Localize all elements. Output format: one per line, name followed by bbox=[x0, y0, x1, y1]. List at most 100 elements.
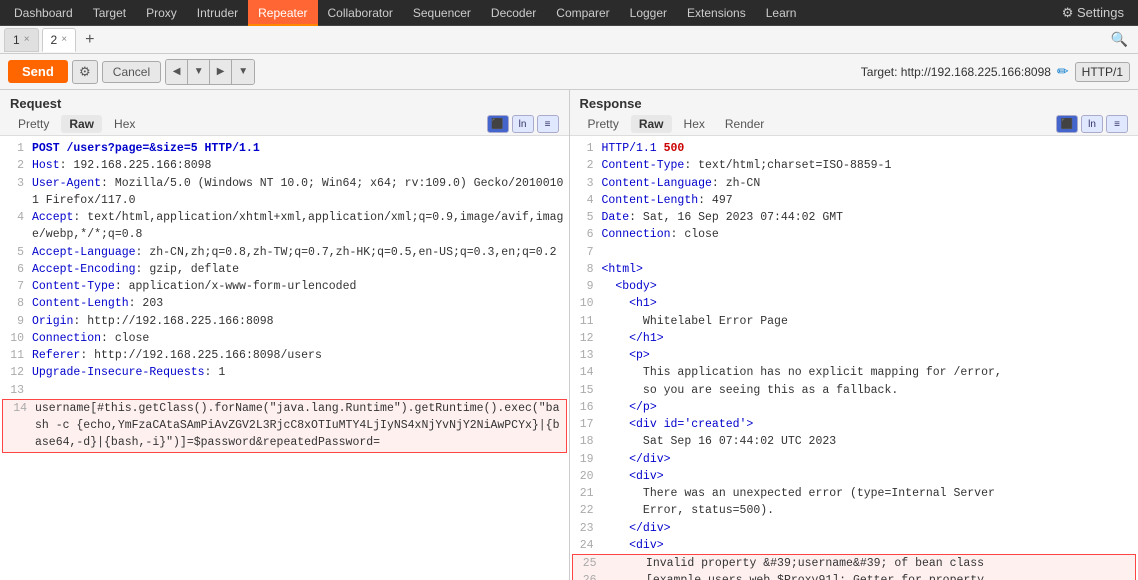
nav-comparer[interactable]: Comparer bbox=[546, 0, 619, 26]
request-line-14: 14username[#this.getClass().forName("jav… bbox=[2, 399, 567, 453]
nav-forward-down-button[interactable]: ▼ bbox=[232, 60, 254, 84]
response-panel-tabs: Pretty Raw Hex Render ⬛ ln ≡ bbox=[580, 115, 1129, 133]
request-action-wrap[interactable]: ⬛ bbox=[487, 115, 509, 133]
tab-2-close[interactable]: × bbox=[61, 34, 67, 45]
nav-dashboard[interactable]: Dashboard bbox=[4, 0, 83, 26]
response-line-9: 9 <body> bbox=[570, 278, 1138, 295]
response-line-3: 3Content-Language: zh-CN bbox=[570, 175, 1138, 192]
request-line-6: 6Accept-Encoding: gzip, deflate bbox=[0, 261, 569, 278]
request-panel-title: Request bbox=[10, 96, 559, 111]
nav-repeater[interactable]: Repeater bbox=[248, 0, 317, 26]
response-line-13: 13 <p> bbox=[570, 347, 1138, 364]
response-action-menu[interactable]: ≡ bbox=[1106, 115, 1128, 133]
response-line-26: 26 [example.users.web.$Proxy91]: Getter … bbox=[572, 572, 1137, 580]
request-line-2: 2Host: 192.168.225.166:8098 bbox=[0, 157, 569, 174]
response-panel-actions: ⬛ ln ≡ bbox=[1056, 115, 1128, 133]
response-tab-render[interactable]: Render bbox=[717, 115, 772, 133]
request-action-menu[interactable]: ≡ bbox=[537, 115, 559, 133]
request-line-9: 9Origin: http://192.168.225.166:8098 bbox=[0, 313, 569, 330]
response-line-19: 19 </div> bbox=[570, 451, 1138, 468]
response-tab-raw[interactable]: Raw bbox=[631, 115, 672, 133]
response-line-6: 6Connection: close bbox=[570, 226, 1138, 243]
target-url: Target: http://192.168.225.166:8098 bbox=[861, 65, 1051, 79]
response-panel-header: Response Pretty Raw Hex Render ⬛ ln ≡ bbox=[570, 90, 1138, 136]
response-action-ln[interactable]: ln bbox=[1081, 115, 1103, 133]
nav-intruder[interactable]: Intruder bbox=[187, 0, 248, 26]
request-line-4: 4Accept: text/html,application/xhtml+xml… bbox=[0, 209, 569, 244]
response-line-18: 18 Sat Sep 16 07:44:02 UTC 2023 bbox=[570, 433, 1138, 450]
response-line-11: 11 Whitelabel Error Page bbox=[570, 313, 1138, 330]
send-button[interactable]: Send bbox=[8, 60, 68, 83]
tab-2[interactable]: 2 × bbox=[42, 28, 77, 52]
request-line-5: 5Accept-Language: zh-CN,zh;q=0.8,zh-TW;q… bbox=[0, 244, 569, 261]
nav-collaborator[interactable]: Collaborator bbox=[318, 0, 403, 26]
top-nav: Dashboard Target Proxy Intruder Repeater… bbox=[0, 0, 1138, 26]
request-panel-actions: ⬛ ln ≡ bbox=[487, 115, 559, 133]
request-line-7: 7Content-Type: application/x-www-form-ur… bbox=[0, 278, 569, 295]
nav-target[interactable]: Target bbox=[83, 0, 136, 26]
request-tab-pretty[interactable]: Pretty bbox=[10, 115, 57, 133]
response-line-20: 20 <div> bbox=[570, 468, 1138, 485]
settings-button[interactable]: ⚙ Settings bbox=[1052, 5, 1134, 21]
tab-2-label: 2 bbox=[51, 33, 58, 47]
nav-learn[interactable]: Learn bbox=[756, 0, 807, 26]
tab-1-close[interactable]: × bbox=[24, 34, 30, 45]
tab-search-icon[interactable]: 🔍 bbox=[1105, 31, 1134, 48]
request-line-13: 13 bbox=[0, 382, 569, 399]
tab-1[interactable]: 1 × bbox=[4, 28, 39, 52]
tab-add-button[interactable]: + bbox=[79, 32, 100, 48]
response-panel: Response Pretty Raw Hex Render ⬛ ln ≡ 1H… bbox=[570, 90, 1138, 580]
response-code-area[interactable]: 1HTTP/1.1 5002Content-Type: text/html;ch… bbox=[570, 136, 1138, 580]
response-line-23: 23 </div> bbox=[570, 520, 1138, 537]
http-version-selector[interactable]: HTTP/1 bbox=[1075, 62, 1130, 82]
target-edit-icon[interactable]: ✏ bbox=[1057, 63, 1069, 80]
toolbar: Send ⚙ Cancel ◀ ▼ ▶ ▼ Target: http://192… bbox=[0, 54, 1138, 90]
tab-bar: 1 × 2 × + 🔍 bbox=[0, 26, 1138, 54]
response-action-wrap[interactable]: ⬛ bbox=[1056, 115, 1078, 133]
response-line-16: 16 </p> bbox=[570, 399, 1138, 416]
response-line-25: 25 Invalid property &#39;username&#39; o… bbox=[572, 554, 1137, 572]
main-panels: Request Pretty Raw Hex ⬛ ln ≡ 1POST /use… bbox=[0, 90, 1138, 580]
response-tab-hex[interactable]: Hex bbox=[676, 115, 713, 133]
response-line-22: 22 Error, status=500). bbox=[570, 502, 1138, 519]
nav-logger[interactable]: Logger bbox=[620, 0, 677, 26]
nav-extensions[interactable]: Extensions bbox=[677, 0, 756, 26]
nav-back-down-button[interactable]: ▼ bbox=[188, 60, 210, 84]
response-line-8: 8<html> bbox=[570, 261, 1138, 278]
request-action-ln[interactable]: ln bbox=[512, 115, 534, 133]
request-tab-raw[interactable]: Raw bbox=[61, 115, 102, 133]
response-line-2: 2Content-Type: text/html;charset=ISO-885… bbox=[570, 157, 1138, 174]
tab-1-label: 1 bbox=[13, 33, 20, 47]
cancel-button[interactable]: Cancel bbox=[102, 61, 161, 83]
response-line-12: 12 </h1> bbox=[570, 330, 1138, 347]
request-code-area[interactable]: 1POST /users?page=&size=5 HTTP/1.12Host:… bbox=[0, 136, 569, 580]
target-info: Target: http://192.168.225.166:8098 ✏ HT… bbox=[861, 62, 1130, 82]
request-panel-tabs: Pretty Raw Hex ⬛ ln ≡ bbox=[10, 115, 559, 133]
nav-sequencer[interactable]: Sequencer bbox=[403, 0, 481, 26]
response-panel-title: Response bbox=[580, 96, 1129, 111]
nav-proxy[interactable]: Proxy bbox=[136, 0, 187, 26]
request-line-10: 10Connection: close bbox=[0, 330, 569, 347]
response-line-17: 17 <div id='created'> bbox=[570, 416, 1138, 433]
request-line-1: 1POST /users?page=&size=5 HTTP/1.1 bbox=[0, 140, 569, 157]
request-line-8: 8Content-Length: 203 bbox=[0, 295, 569, 312]
navigation-arrows: ◀ ▼ ▶ ▼ bbox=[165, 59, 255, 85]
response-line-5: 5Date: Sat, 16 Sep 2023 07:44:02 GMT bbox=[570, 209, 1138, 226]
request-line-11: 11Referer: http://192.168.225.166:8098/u… bbox=[0, 347, 569, 364]
response-line-24: 24 <div> bbox=[570, 537, 1138, 554]
response-line-21: 21 There was an unexpected error (type=I… bbox=[570, 485, 1138, 502]
request-panel-header: Request Pretty Raw Hex ⬛ ln ≡ bbox=[0, 90, 569, 136]
nav-back-button[interactable]: ◀ bbox=[166, 60, 188, 84]
response-line-14: 14 This application has no explicit mapp… bbox=[570, 364, 1138, 381]
response-line-10: 10 <h1> bbox=[570, 295, 1138, 312]
settings-gear-button[interactable]: ⚙ bbox=[72, 60, 98, 84]
nav-forward-button[interactable]: ▶ bbox=[210, 60, 232, 84]
response-line-1: 1HTTP/1.1 500 bbox=[570, 140, 1138, 157]
request-tab-hex[interactable]: Hex bbox=[106, 115, 143, 133]
nav-decoder[interactable]: Decoder bbox=[481, 0, 546, 26]
response-line-7: 7 bbox=[570, 244, 1138, 261]
response-tab-pretty[interactable]: Pretty bbox=[580, 115, 627, 133]
request-panel: Request Pretty Raw Hex ⬛ ln ≡ 1POST /use… bbox=[0, 90, 570, 580]
response-line-15: 15 so you are seeing this as a fallback. bbox=[570, 382, 1138, 399]
request-line-3: 3User-Agent: Mozilla/5.0 (Windows NT 10.… bbox=[0, 175, 569, 210]
